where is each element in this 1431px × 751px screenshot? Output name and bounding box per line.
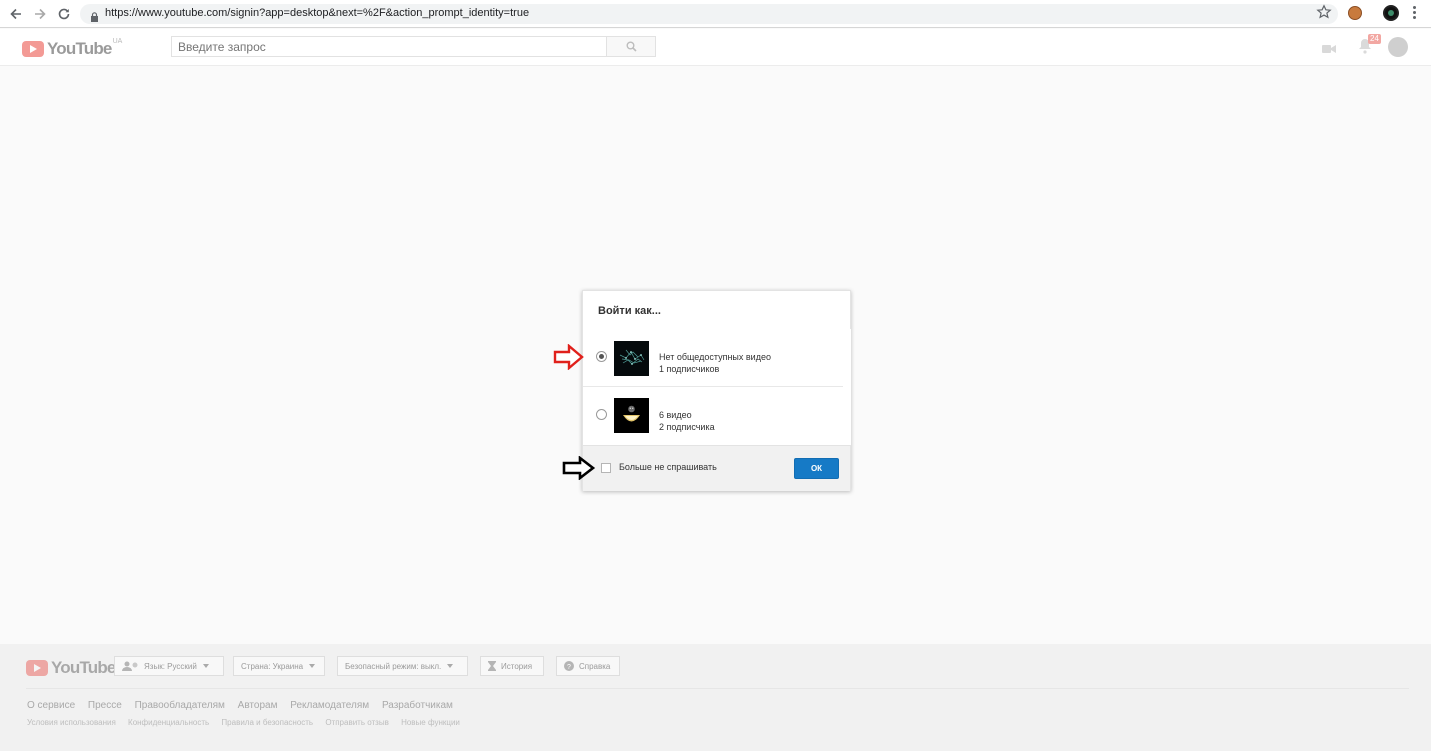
- footer-link-new-features[interactable]: Новые функции: [401, 718, 460, 727]
- search-button[interactable]: [606, 36, 656, 57]
- footer-logo-text: YouTube: [51, 658, 116, 677]
- signin-as-dialog: Войти как... Нет общедоступных видео 1 п…: [582, 290, 851, 491]
- reload-icon[interactable]: [54, 4, 74, 24]
- language-caret-icon: [202, 664, 209, 668]
- account-radio-unselected[interactable]: [596, 409, 607, 420]
- safe-mode-button[interactable]: Безопасный режим: выкл.: [337, 656, 468, 676]
- footer-link-terms[interactable]: Условия использования: [27, 718, 116, 727]
- safe-mode-label: Безопасный режим: выкл.: [345, 661, 442, 671]
- account-1-subscribers: 1 подписчиков: [659, 364, 720, 374]
- footer-link-copyright[interactable]: Правообладателям: [135, 700, 225, 711]
- account-2-subscribers: 2 подписчика: [659, 422, 715, 432]
- url-text[interactable]: https://www.youtube.com/signin?app=deskt…: [105, 7, 529, 19]
- account-list: Нет общедоступных видео 1 подписчиков 6 …: [583, 329, 851, 445]
- browser-menu-icon[interactable]: [1410, 4, 1418, 24]
- notification-count-badge: 24: [1368, 34, 1381, 44]
- dont-ask-label[interactable]: Больше не спрашивать: [619, 462, 717, 472]
- search-icon: [626, 41, 637, 52]
- account-1-videos: Нет общедоступных видео: [659, 352, 771, 362]
- footer-youtube-logo[interactable]: YouTube: [26, 658, 116, 678]
- notifications-button[interactable]: 24: [1358, 34, 1381, 58]
- browser-toolbar: https://www.youtube.com/signin?app=deskt…: [0, 0, 1431, 28]
- page-footer: YouTube Язык: Русский Страна: Украина Бе…: [0, 644, 1431, 751]
- footer-link-about[interactable]: О сервисе: [27, 700, 75, 711]
- upload-video-icon[interactable]: [1322, 41, 1336, 59]
- language-button[interactable]: Язык: Русский: [114, 656, 224, 676]
- footer-divider: [26, 688, 1409, 689]
- address-bar[interactable]: https://www.youtube.com/signin?app=deskt…: [80, 4, 1338, 24]
- hourglass-icon: [488, 661, 496, 671]
- language-label: Язык: Русский: [144, 661, 197, 671]
- youtube-logo[interactable]: YouTube UA: [22, 37, 123, 59]
- footer-link-developers[interactable]: Разработчикам: [382, 700, 453, 711]
- dont-ask-checkbox[interactable]: [601, 463, 611, 473]
- youtube-logo-text: YouTube: [47, 39, 112, 58]
- dialog-title: Войти как...: [598, 305, 661, 317]
- footer-link-feedback[interactable]: Отправить отзыв: [325, 718, 389, 727]
- youtube-logo-region: UA: [112, 37, 123, 45]
- account-thumbnail-2: [614, 398, 649, 433]
- bookmark-star-icon[interactable]: [1316, 4, 1332, 25]
- svg-text:?: ?: [567, 664, 571, 671]
- youtube-masthead: YouTube UA 24: [0, 29, 1431, 66]
- black-arrow-icon: [562, 456, 596, 480]
- back-arrow-icon[interactable]: [6, 4, 26, 24]
- language-people-icon: [122, 661, 138, 671]
- footer-link-creators[interactable]: Авторам: [238, 700, 278, 711]
- help-button[interactable]: ? Справка: [556, 656, 620, 676]
- help-icon: ?: [564, 661, 574, 671]
- lock-icon: [90, 9, 99, 27]
- help-label: Справка: [579, 661, 611, 671]
- account-avatar[interactable]: [1388, 37, 1408, 57]
- history-button[interactable]: История: [480, 656, 544, 676]
- history-label: История: [501, 661, 533, 671]
- footer-youtube-play-icon: [26, 660, 48, 676]
- account-option-2[interactable]: 6 видео 2 подписчика: [583, 387, 843, 445]
- footer-link-privacy[interactable]: Конфиденциальность: [128, 718, 209, 727]
- country-button[interactable]: Страна: Украина: [233, 656, 325, 676]
- footer-link-advertise[interactable]: Рекламодателям: [290, 700, 369, 711]
- search-input[interactable]: [171, 36, 607, 57]
- red-arrow-icon: [553, 344, 584, 370]
- safe-mode-caret-icon: [447, 664, 454, 668]
- youtube-play-icon: [22, 41, 44, 57]
- footer-link-press[interactable]: Прессе: [88, 700, 122, 711]
- browser-profile-avatar[interactable]: [1383, 5, 1399, 21]
- account-thumbnail-1: [614, 341, 649, 376]
- extension-icon[interactable]: [1348, 6, 1362, 20]
- footer-link-policy[interactable]: Правила и безопасность: [221, 718, 313, 727]
- ok-button[interactable]: ОК: [794, 458, 839, 479]
- forward-arrow-icon[interactable]: [30, 4, 50, 24]
- dialog-footer: Больше не спрашивать ОК: [583, 445, 850, 491]
- account-radio-selected[interactable]: [596, 351, 607, 362]
- footer-primary-links: О сервисе Прессе Правообладателям Автора…: [27, 700, 463, 711]
- country-label: Страна: Украина: [241, 661, 304, 671]
- account-option-1[interactable]: Нет общедоступных видео 1 подписчиков: [583, 329, 843, 387]
- account-2-videos: 6 видео: [659, 410, 692, 420]
- country-caret-icon: [309, 664, 316, 668]
- footer-secondary-links: Условия использования Конфиденциальность…: [27, 718, 470, 727]
